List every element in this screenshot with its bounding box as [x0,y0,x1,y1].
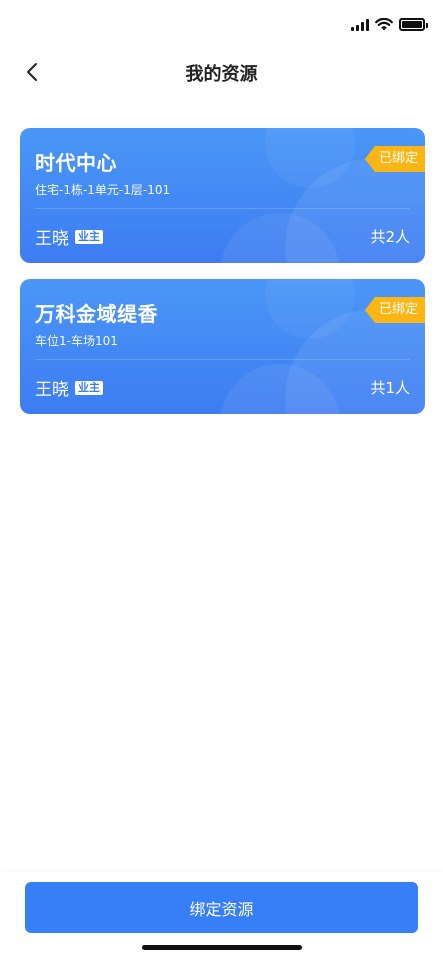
status-bar [0,0,443,52]
battery-icon [399,18,428,31]
home-indicator [142,945,302,950]
owner-info: 王晓 业主 [35,224,103,249]
card-divider [35,359,410,360]
bottom-bar: 绑定资源 [0,872,443,960]
page-title: 我的资源 [185,64,258,85]
owner-role-tag: 业主 [75,229,103,244]
signal-icon [351,18,369,31]
resource-name: 时代中心 [35,151,117,175]
bound-status-badge: 已绑定 [364,297,425,323]
owner-name: 王晓 [35,380,69,400]
status-icons [351,18,428,31]
bound-status-badge: 已绑定 [364,146,425,172]
resource-list: 时代中心 住宅-1栋-1单元-1层-101 王晓 业主 共2人 已绑定 万科金域… [20,128,425,430]
member-count: 共2人 [370,228,410,246]
resource-name: 万科金域缇香 [35,302,158,326]
resource-address: 车位1-车场101 [35,334,118,348]
resource-address: 住宅-1栋-1单元-1层-101 [35,183,171,197]
resource-card[interactable]: 万科金域缇香 车位1-车场101 王晓 业主 共1人 已绑定 [20,279,425,414]
nav-bar: 我的资源 [0,52,443,92]
wifi-icon [375,18,393,31]
member-count: 共1人 [370,379,410,397]
bind-resource-button[interactable]: 绑定资源 [25,882,418,933]
card-divider [35,208,410,209]
owner-info: 王晓 业主 [35,375,103,400]
owner-role-tag: 业主 [75,380,103,395]
resource-card[interactable]: 时代中心 住宅-1栋-1单元-1层-101 王晓 业主 共2人 已绑定 [20,128,425,263]
owner-name: 王晓 [35,229,69,249]
screen: 我的资源 时代中心 住宅-1栋-1单元-1层-101 王晓 业主 共2人 已绑定… [0,0,443,960]
